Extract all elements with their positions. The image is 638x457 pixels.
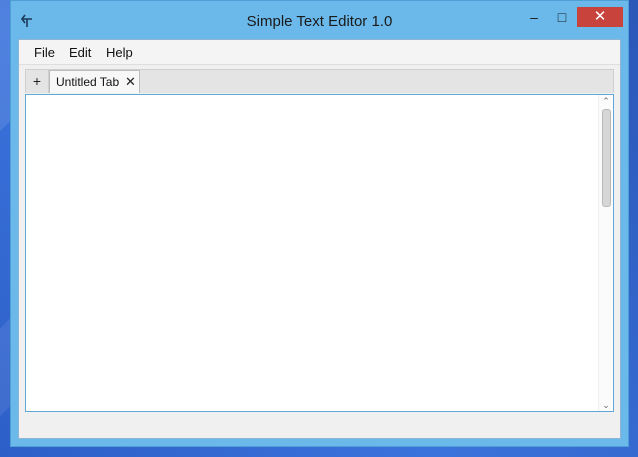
menu-bar: File Edit Help [19,40,620,65]
tab-label: Untitled Tab [56,75,120,89]
tab-close-icon[interactable]: ✕ [125,71,136,93]
window-client-area: File Edit Help + Untitled Tab ✕ ⌃ ⌄ [18,39,621,439]
app-window: Simple Text Editor 1.0 – □ ✕ File Edit H… [10,0,629,447]
new-tab-button[interactable]: + [26,70,49,93]
scroll-up-icon[interactable]: ⌃ [599,95,613,107]
menu-edit[interactable]: Edit [69,45,91,60]
menu-help[interactable]: Help [106,45,133,60]
tab-bar: + Untitled Tab ✕ [25,69,614,93]
maximize-button[interactable]: □ [549,7,575,27]
scroll-down-icon[interactable]: ⌄ [599,399,613,411]
menu-file[interactable]: File [34,45,55,60]
tab-untitled[interactable]: Untitled Tab ✕ [49,70,140,93]
minimize-button[interactable]: – [521,7,547,27]
status-bar [19,414,620,438]
text-editor-area[interactable]: ⌃ ⌄ [25,94,614,412]
title-bar[interactable]: Simple Text Editor 1.0 – □ ✕ [11,1,628,39]
scrollbar-thumb[interactable] [602,109,611,207]
vertical-scrollbar[interactable]: ⌃ ⌄ [598,95,613,411]
close-button[interactable]: ✕ [577,7,623,27]
